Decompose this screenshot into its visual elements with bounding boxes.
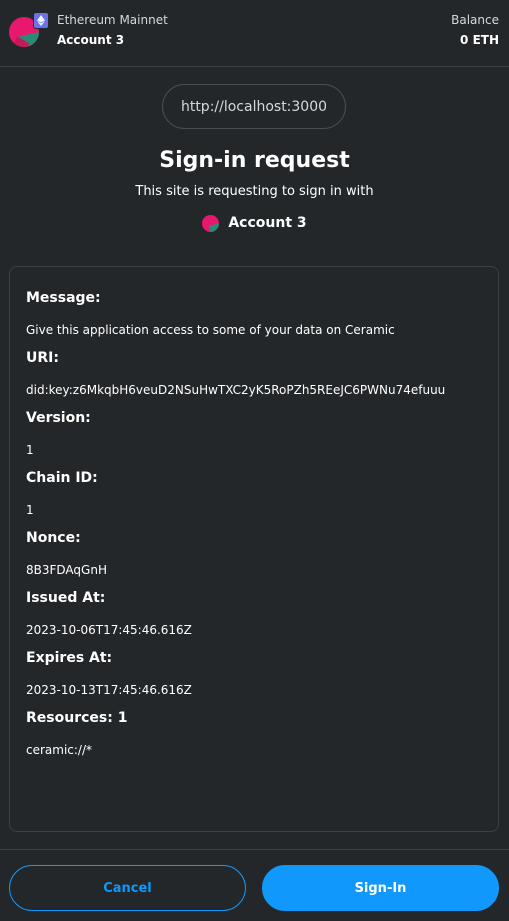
- signer-account-name: Account 3: [228, 215, 307, 231]
- issued-at-label: Issued At:: [26, 590, 106, 606]
- uri-label: URI:: [26, 350, 59, 366]
- network-name: Ethereum Mainnet: [57, 13, 168, 27]
- resources-value: ceramic://*: [26, 743, 93, 757]
- signer-account: Account 3: [0, 212, 509, 234]
- page-subtitle: This site is requesting to sign in with: [135, 184, 374, 199]
- version-label: Version:: [26, 410, 91, 426]
- uri-value: did:key:z6MkqbH6veuD2NSuHwTXC2yK5RoPZh5R…: [26, 383, 446, 397]
- balance-label: Balance: [451, 13, 499, 27]
- message-label: Message:: [26, 290, 101, 306]
- page-title: Sign-in request: [159, 148, 350, 173]
- chain-id-value: 1: [26, 503, 34, 517]
- resources-label: Resources: 1: [26, 710, 128, 726]
- account-header: Ethereum Mainnet Account 3 Balance 0 ETH: [0, 0, 509, 67]
- nonce-value: 8B3FDAqGnH: [26, 563, 107, 577]
- issued-at-value: 2023-10-06T17:45:46.616Z: [26, 623, 192, 637]
- expires-at-value: 2023-10-13T17:45:46.616Z: [26, 683, 192, 697]
- expires-at-label: Expires At:: [26, 650, 113, 666]
- nonce-label: Nonce:: [26, 530, 81, 546]
- chain-id-label: Chain ID:: [26, 470, 98, 486]
- balance-value: 0 ETH: [460, 33, 499, 47]
- account-avatar[interactable]: [9, 12, 49, 50]
- sign-in-message-box[interactable]: Message: Give this application access to…: [9, 266, 499, 832]
- site-origin-pill: http://localhost:3000: [162, 84, 346, 129]
- cancel-button[interactable]: Cancel: [9, 865, 246, 911]
- jazzicon-avatar-icon: [202, 214, 220, 232]
- account-name: Account 3: [57, 33, 125, 47]
- sign-in-button[interactable]: Sign-In: [262, 865, 499, 911]
- message-value: Give this application access to some of …: [26, 323, 395, 337]
- site-origin: http://localhost:3000: [180, 98, 328, 115]
- action-footer: Cancel Sign-In: [0, 849, 509, 921]
- version-value: 1: [26, 443, 34, 457]
- ethereum-icon: [33, 12, 49, 29]
